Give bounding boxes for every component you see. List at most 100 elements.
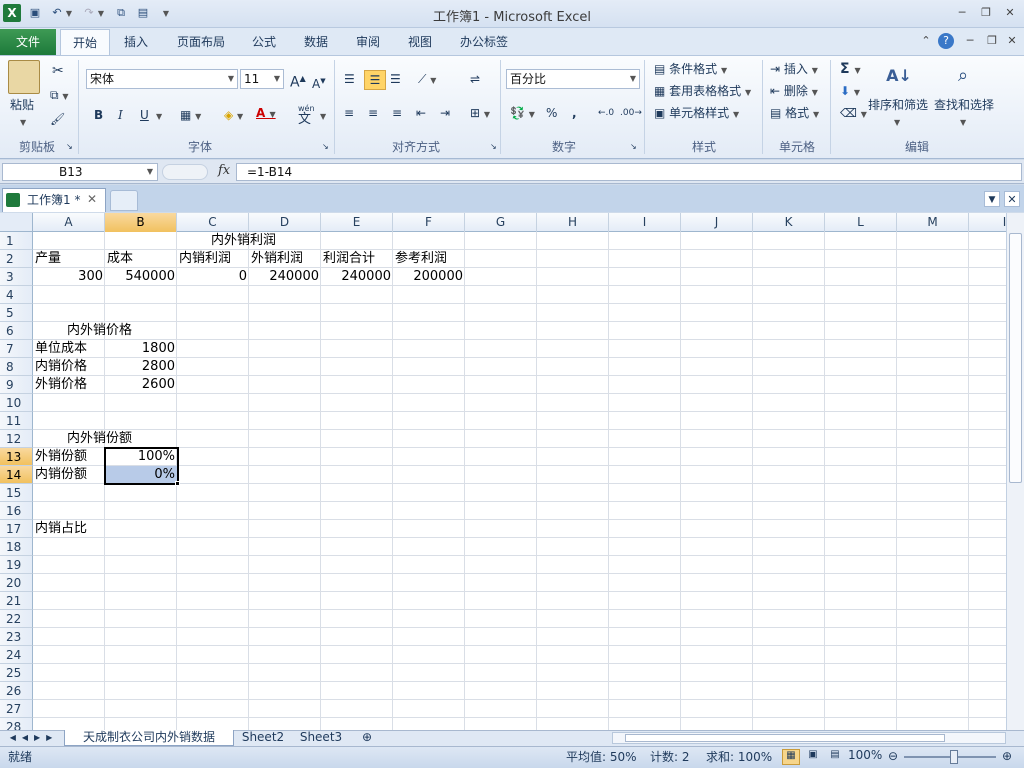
cell-f2[interactable]: 参考利润: [395, 250, 447, 268]
restore-icon[interactable]: ❐: [976, 5, 996, 21]
close-icon[interactable]: ✕: [1000, 5, 1020, 21]
workbook-tab-close-icon[interactable]: ✕: [87, 192, 97, 206]
decrease-indent-icon[interactable]: ⇤: [416, 104, 426, 122]
wb-close-icon[interactable]: ✕: [1002, 33, 1022, 49]
formula-input[interactable]: =1-B14: [236, 163, 1022, 181]
tab-view[interactable]: 视图: [400, 29, 440, 55]
merge-center-icon[interactable]: ⊞ ▼: [470, 104, 490, 124]
clipboard-launcher-icon[interactable]: ↘: [66, 138, 73, 156]
worksheet-grid[interactable]: 1 2 3 4 5 6 7 8 9 10 11 12 13 14 15 16 17 18 19 20 21 22 23 24 2…: [0, 213, 1006, 730]
cell-b8[interactable]: 2800: [105, 358, 177, 376]
orientation-icon[interactable]: ⟋ ▼: [418, 70, 436, 90]
format-painter-icon[interactable]: 🖌: [50, 110, 65, 128]
sheet-tab-active[interactable]: 天成制衣公司内外销数据: [64, 730, 234, 746]
name-box[interactable]: B13 ▼: [2, 163, 158, 181]
paste-clipboard-icon[interactable]: [8, 60, 40, 94]
row-header-12[interactable]: 12: [0, 430, 33, 448]
phonetic-guide-icon[interactable]: wén 文: [298, 104, 315, 126]
font-size-select[interactable]: 11 ▼: [240, 69, 284, 89]
column-header-k[interactable]: K: [753, 213, 825, 232]
row-header-25[interactable]: 25: [0, 664, 33, 682]
cell-a17[interactable]: 内销占比: [35, 520, 87, 538]
vertical-scrollbar[interactable]: [1006, 213, 1024, 730]
cell-a13[interactable]: 外销份额: [35, 448, 87, 466]
column-header-h[interactable]: H: [537, 213, 609, 232]
column-header-a[interactable]: A: [33, 213, 105, 232]
delete-cells-button[interactable]: ⇤ 删除 ▼: [770, 82, 818, 102]
cell-b7[interactable]: 1800: [105, 340, 177, 358]
conditional-format-button[interactable]: ▤ 条件格式 ▼: [654, 60, 727, 80]
formula-bar-resize-handle[interactable]: [162, 164, 208, 180]
increase-decimal-icon[interactable]: ←.0: [598, 104, 614, 122]
row-header-3[interactable]: 3: [0, 268, 33, 286]
cell-a12[interactable]: 内外销份额: [67, 430, 132, 448]
collapse-ribbon-icon[interactable]: ⌃: [916, 33, 936, 49]
accounting-format-icon[interactable]: 💱 ▼: [510, 104, 535, 124]
cell-e3[interactable]: 240000: [321, 268, 393, 286]
column-header-l[interactable]: L: [825, 213, 897, 232]
row-header-19[interactable]: 19: [0, 556, 33, 574]
zoom-out-icon[interactable]: ⊖: [888, 749, 898, 763]
cell-b9[interactable]: 2600: [105, 376, 177, 394]
column-header-e[interactable]: E: [321, 213, 393, 232]
row-header-7[interactable]: 7: [0, 340, 33, 358]
row-header-9[interactable]: 9: [0, 376, 33, 394]
help-icon[interactable]: ?: [938, 33, 954, 49]
row-header-5[interactable]: 5: [0, 304, 33, 322]
cell-e2[interactable]: 利润合计: [323, 250, 375, 268]
wrap-text-icon[interactable]: ⇌: [470, 70, 480, 88]
row-header-15[interactable]: 15: [0, 484, 33, 502]
tab-data[interactable]: 数据: [296, 29, 336, 55]
paste-dropdown-icon[interactable]: ▼: [20, 112, 26, 132]
cell-a2[interactable]: 产量: [35, 250, 61, 268]
border-icon[interactable]: ▦ ▼: [180, 106, 201, 126]
row-header-26[interactable]: 26: [0, 682, 33, 700]
tab-insert[interactable]: 插入: [114, 29, 158, 55]
horizontal-scrollbar[interactable]: [612, 732, 1006, 744]
cell-styles-button[interactable]: ▣ 单元格样式 ▼: [654, 104, 739, 124]
align-center-icon[interactable]: ≡: [368, 104, 378, 122]
zoom-level[interactable]: 100%: [848, 748, 882, 762]
cell-c2[interactable]: 内销利润: [179, 250, 231, 268]
underline-button[interactable]: U: [140, 106, 149, 124]
fill-icon[interactable]: ⬇ ▼: [840, 82, 860, 102]
row-header-21[interactable]: 21: [0, 592, 33, 610]
column-header-b[interactable]: B: [105, 213, 177, 232]
format-as-table-button[interactable]: ▦ 套用表格格式 ▼: [654, 82, 751, 102]
column-header-f[interactable]: F: [393, 213, 465, 232]
column-header-j[interactable]: J: [681, 213, 753, 232]
alignment-launcher-icon[interactable]: ↘: [490, 138, 497, 156]
phonetic-dropdown-icon[interactable]: ▼: [320, 106, 326, 126]
number-format-select[interactable]: 百分比 ▼: [506, 69, 640, 89]
grow-font-icon[interactable]: A▲: [290, 70, 306, 92]
cell-a7[interactable]: 单位成本: [35, 340, 87, 358]
row-header-28[interactable]: 28: [0, 718, 33, 730]
normal-view-icon[interactable]: ▦: [782, 749, 800, 765]
align-left-icon[interactable]: ≡: [344, 104, 354, 122]
cell-b14[interactable]: 0%: [105, 466, 177, 484]
format-cells-button[interactable]: ▤ 格式 ▼: [770, 104, 819, 124]
insert-cells-button[interactable]: ⇥ 插入 ▼: [770, 60, 818, 80]
row-header-2[interactable]: 2: [0, 250, 33, 268]
sheet-tab[interactable]: Sheet2: [236, 730, 290, 746]
cell-f3[interactable]: 200000: [393, 268, 465, 286]
cell-a8[interactable]: 内销价格: [35, 358, 87, 376]
autosum-button[interactable]: Σ ▼: [840, 60, 861, 80]
row-header-10[interactable]: 10: [0, 394, 33, 412]
vertical-scroll-thumb[interactable]: [1009, 233, 1022, 483]
zoom-in-icon[interactable]: ⊕: [1002, 749, 1012, 763]
cell-a6[interactable]: 内外销价格: [67, 322, 132, 340]
increase-indent-icon[interactable]: ⇥: [440, 104, 450, 122]
row-header-13[interactable]: 13: [0, 448, 33, 466]
row-header-16[interactable]: 16: [0, 502, 33, 520]
row-header-1[interactable]: 1: [0, 232, 33, 250]
select-all-corner[interactable]: [0, 213, 33, 232]
row-header-20[interactable]: 20: [0, 574, 33, 592]
align-top-icon[interactable]: ☰: [344, 70, 355, 88]
column-header-m[interactable]: M: [897, 213, 969, 232]
cell-b3[interactable]: 540000: [105, 268, 177, 286]
sheet-tab[interactable]: Sheet3: [294, 730, 348, 746]
row-header-23[interactable]: 23: [0, 628, 33, 646]
binoculars-icon[interactable]: ⌕: [948, 62, 978, 90]
row-header-22[interactable]: 22: [0, 610, 33, 628]
